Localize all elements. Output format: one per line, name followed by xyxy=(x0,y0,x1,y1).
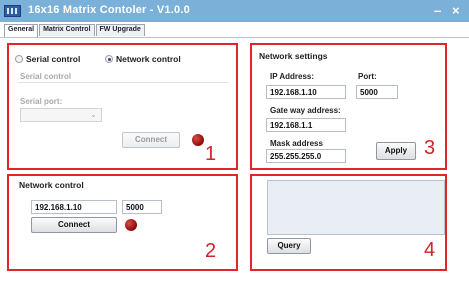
mask-label: Mask address xyxy=(270,139,323,148)
panel-number-4: 4 xyxy=(424,239,436,261)
ip-address-label: IP Address: xyxy=(270,72,315,81)
panel-number-3: 3 xyxy=(424,137,436,159)
network-connect-button[interactable]: Connect xyxy=(31,217,117,233)
query-button[interactable]: Query xyxy=(267,238,311,254)
group-divider xyxy=(18,82,228,83)
port-input[interactable]: 5000 xyxy=(356,85,398,99)
serial-control-radio[interactable] xyxy=(15,55,23,63)
panel-number-1: 1 xyxy=(205,143,217,165)
ip-address-input[interactable]: 192.168.1.10 xyxy=(266,85,346,99)
window-title: 16x16 Matrix Contoler - V1.0.0 xyxy=(28,4,190,16)
serial-control-group-label: Serial control xyxy=(20,72,72,81)
serial-status-led xyxy=(192,134,204,146)
matrix-grid-icon xyxy=(4,5,21,17)
serial-port-label: Serial port: xyxy=(20,97,63,106)
serial-port-select[interactable]: ⌄ xyxy=(20,108,102,122)
panel-number-2: 2 xyxy=(205,240,217,262)
network-control-radio-label: Network control xyxy=(116,54,181,64)
apply-button[interactable]: Apply xyxy=(376,142,416,160)
title-bar: 16x16 Matrix Contoler - V1.0.0 – × xyxy=(0,0,469,22)
tab-general[interactable]: General xyxy=(4,24,39,37)
network-status-led xyxy=(125,219,137,231)
port-label: Port: xyxy=(358,72,377,81)
minimize-button[interactable]: – xyxy=(434,3,441,18)
close-button[interactable]: × xyxy=(452,3,460,18)
network-control-radio[interactable] xyxy=(105,55,113,63)
mask-input[interactable]: 255.255.255.0 xyxy=(266,149,346,163)
tab-fw-upgrade[interactable]: FW Upgrade xyxy=(95,24,145,36)
gateway-label: Gate way address: xyxy=(270,106,341,115)
query-panel: Query 4 xyxy=(250,174,447,271)
network-control-title: Network control xyxy=(19,180,84,190)
control-mode-panel: Serial control Network control Serial co… xyxy=(7,43,238,170)
chevron-down-icon: ⌄ xyxy=(90,110,97,119)
network-settings-panel: Network settings IP Address: 192.168.1.1… xyxy=(250,43,447,170)
tab-divider xyxy=(0,37,469,38)
network-settings-title: Network settings xyxy=(259,51,328,61)
network-port-input[interactable]: 5000 xyxy=(122,200,162,214)
network-ip-input[interactable]: 192.168.1.10 xyxy=(31,200,117,214)
tab-matrix-control[interactable]: Matrix Control xyxy=(39,24,95,36)
serial-control-radio-label: Serial control xyxy=(26,54,81,64)
network-control-panel: Network control 192.168.1.10 5000 Connec… xyxy=(7,174,238,271)
query-result-area[interactable] xyxy=(267,180,445,235)
gateway-input[interactable]: 192.168.1.1 xyxy=(266,118,346,132)
serial-connect-button[interactable]: Connect xyxy=(122,132,180,148)
tab-bar: General Matrix Control FW Upgrade xyxy=(4,24,146,37)
